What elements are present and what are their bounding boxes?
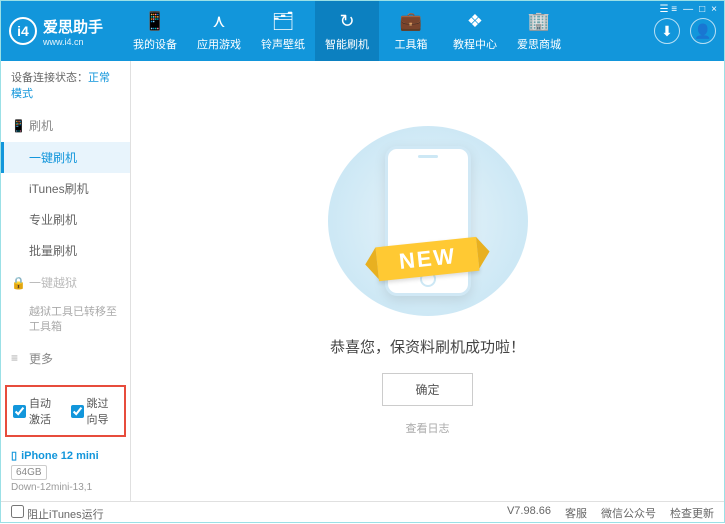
success-message: 恭喜您，保资料刷机成功啦！ (330, 336, 525, 357)
ringtone-icon: 🗂 (272, 11, 295, 32)
logo: i4 爱思助手 www.i4.cn (9, 16, 123, 47)
minimize-button[interactable]: — (683, 4, 693, 15)
block-itunes-label: 阻止iTunes运行 (27, 509, 104, 521)
download-button[interactable]: ⬇ (654, 18, 680, 44)
sidebar-item-itunes-flash[interactable]: iTunes刷机 (1, 173, 130, 204)
toolbox-icon: 💼 (400, 11, 422, 32)
group-jailbreak: 🔒 一键越狱 (1, 266, 130, 299)
group-label: 一键越狱 (29, 274, 77, 291)
user-button[interactable]: 👤 (690, 18, 716, 44)
sidebar-item-oneclick-flash[interactable]: 一键刷机 (1, 142, 130, 173)
nav-label: 爱思商城 (517, 36, 561, 52)
settings-icon[interactable]: ☰ ≡ (660, 4, 678, 15)
nav-toolbox[interactable]: 💼 工具箱 (379, 1, 443, 61)
nav-flash[interactable]: ↻ 智能刷机 (315, 1, 379, 61)
customer-service-link[interactable]: 客服 (565, 505, 587, 521)
logo-icon: i4 (9, 17, 37, 45)
flash-icon: ↻ (339, 11, 354, 32)
success-illustration: NEW (328, 126, 528, 316)
connection-status: 设备连接状态：正常模式 (1, 61, 130, 109)
block-itunes-checkbox[interactable]: 阻止iTunes运行 (11, 505, 104, 522)
sidebar-item-other-tools[interactable]: 其他工具 (1, 375, 130, 381)
group-flash[interactable]: 📱 刷机 (1, 109, 130, 142)
view-log-link[interactable]: 查看日志 (406, 420, 450, 436)
nav-apps[interactable]: ⋏ 应用游戏 (187, 1, 251, 61)
wechat-link[interactable]: 微信公众号 (601, 505, 656, 521)
maximize-button[interactable]: □ (699, 4, 705, 15)
device-info: ▯ iPhone 12 mini 64GB Down-12mini-13,1 (1, 441, 130, 501)
nav-store[interactable]: 🏢 爱思商城 (507, 1, 571, 61)
options-row: 自动激活 跳过向导 (5, 385, 126, 437)
checkbox-skip-guide[interactable]: 跳过向导 (71, 395, 119, 427)
main-content: NEW 恭喜您，保资料刷机成功啦！ 确定 查看日志 (131, 61, 724, 501)
group-label: 刷机 (29, 117, 53, 134)
nav-label: 智能刷机 (325, 36, 369, 52)
header-right: ⬇ 👤 (654, 18, 716, 44)
sidebar-item-pro-flash[interactable]: 专业刷机 (1, 204, 130, 235)
check-update-link[interactable]: 检查更新 (670, 505, 714, 521)
device-name: ▯ iPhone 12 mini (11, 449, 120, 462)
logo-url: www.i4.cn (43, 37, 103, 47)
phone-outline-icon: ▯ (11, 449, 17, 462)
nav-tutorials[interactable]: ❖ 教程中心 (443, 1, 507, 61)
nav-label: 应用游戏 (197, 36, 241, 52)
device-name-text: iPhone 12 mini (21, 450, 99, 462)
nav-ringtones[interactable]: 🗂 铃声壁纸 (251, 1, 315, 61)
checkbox-auto-activate[interactable]: 自动激活 (13, 395, 61, 427)
nav-label: 我的设备 (133, 36, 177, 52)
apps-icon: ⋏ (212, 11, 225, 32)
group-label: 更多 (29, 350, 53, 367)
header: i4 爱思助手 www.i4.cn 📱 我的设备 ⋏ 应用游戏 🗂 铃声壁纸 ↻ 智能刷… (1, 1, 724, 61)
device-model: Down-12mini-13,1 (11, 482, 120, 493)
nav-label: 工具箱 (395, 36, 428, 52)
sidebar: 设备连接状态：正常模式 📱刷机 一键刷机 iTunes刷机 专业刷机 批量刷机 … (1, 61, 131, 501)
skip-guide-input[interactable] (71, 405, 84, 418)
window-controls: ☰ ≡ — □ × (660, 4, 717, 15)
device-icon: 📱 (144, 11, 166, 32)
nav-label: 铃声壁纸 (261, 36, 305, 52)
phone-icon: 📱 (11, 119, 23, 133)
close-button[interactable]: × (711, 4, 717, 15)
auto-activate-input[interactable] (13, 405, 26, 418)
nav-my-device[interactable]: 📱 我的设备 (123, 1, 187, 61)
sidebar-item-batch-flash[interactable]: 批量刷机 (1, 235, 130, 266)
block-itunes-input[interactable] (11, 505, 24, 518)
nav: 📱 我的设备 ⋏ 应用游戏 🗂 铃声壁纸 ↻ 智能刷机 💼 工具箱 ❖ 教程中心 🏢 爱思商城 (123, 1, 654, 61)
checkbox-label: 自动激活 (29, 395, 61, 427)
more-icon: ≡ (11, 351, 23, 365)
group-more[interactable]: ≡ 更多 (1, 342, 130, 375)
footer: 阻止iTunes运行 V7.98.66 客服 微信公众号 检查更新 (1, 501, 724, 524)
logo-title: 爱思助手 (43, 16, 103, 37)
tutorial-icon: ❖ (467, 11, 483, 32)
lock-icon: 🔒 (11, 276, 23, 290)
storage-badge: 64GB (11, 465, 47, 480)
version-text: V7.98.66 (507, 505, 551, 521)
confirm-button[interactable]: 确定 (382, 373, 472, 406)
status-label: 设备连接状态： (11, 72, 88, 84)
store-icon: 🏢 (528, 11, 550, 32)
nav-label: 教程中心 (453, 36, 497, 52)
checkbox-label: 跳过向导 (87, 395, 119, 427)
jailbreak-note: 越狱工具已转移至工具箱 (1, 299, 130, 342)
